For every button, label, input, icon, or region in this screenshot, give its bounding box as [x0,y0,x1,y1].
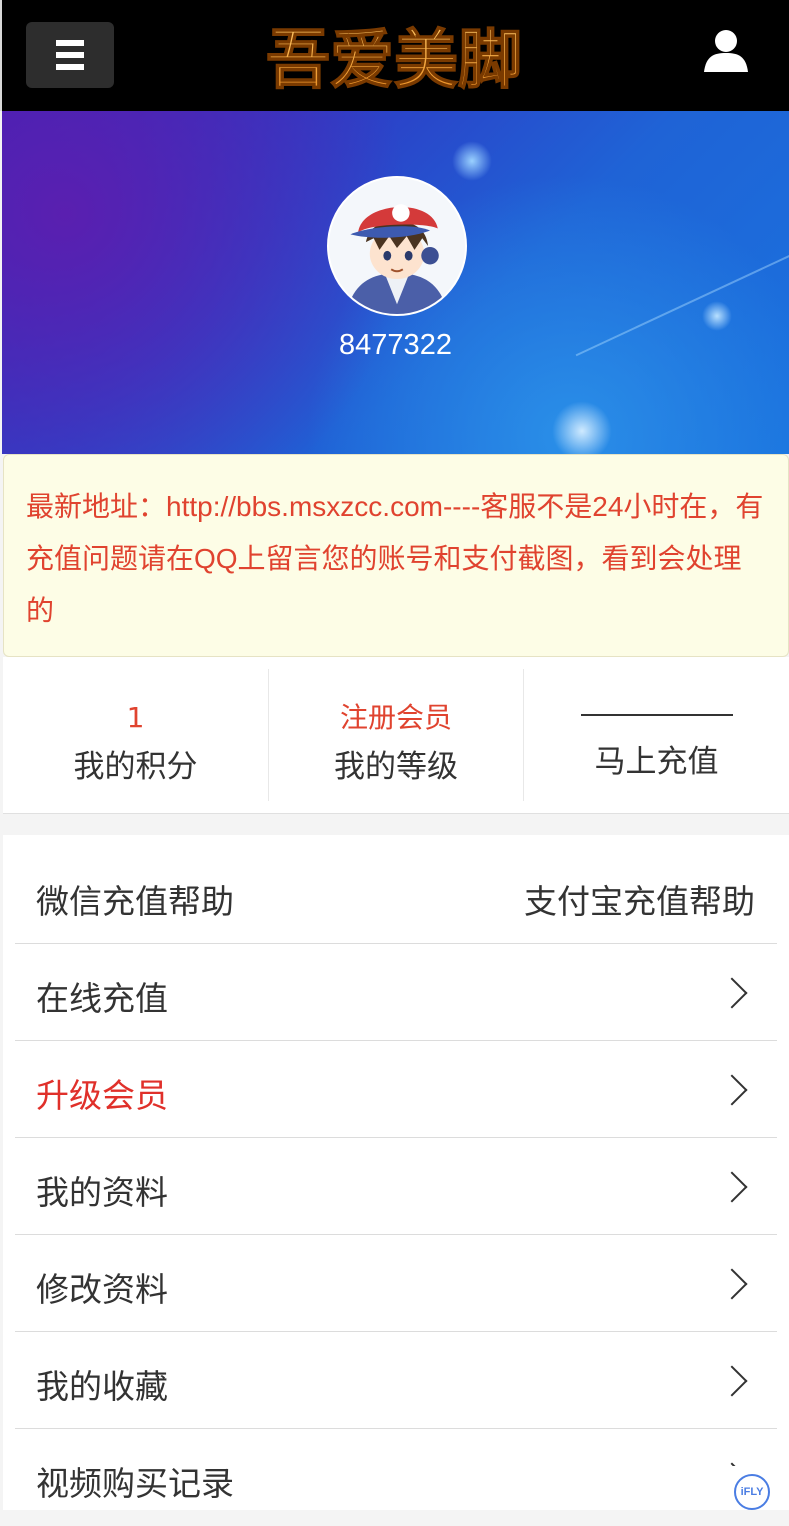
account-menu-list: 微信充值帮助 支付宝充值帮助 在线充值 升级会员 我的资料 修改资料 我的收藏 … [3,835,789,1510]
menu-item-online-recharge[interactable]: 在线充值 [15,944,777,1041]
chevron-right-icon [716,1171,748,1203]
chevron-right-icon [716,1074,748,1106]
level-label: 我的等级 [334,749,458,785]
decorative-glow [452,141,492,181]
ifly-icon: iFLY [734,1474,770,1510]
recharge-now-button[interactable]: 马上充值 [524,657,789,813]
menu-item-video-purchase-history[interactable]: 视频购买记录 [15,1429,777,1526]
stat-points[interactable]: 1 我的积分 [3,669,269,801]
wechat-recharge-help-link[interactable]: 微信充值帮助 [36,875,234,923]
account-stats: 1 我的积分 注册会员 我的等级 马上充值 [3,657,789,814]
menu-item-label: 修改资料 [36,1270,168,1309]
username: 8477322 [339,329,452,361]
decorative-glow [552,401,612,454]
recharge-help-row: 微信充值帮助 支付宝充值帮助 [15,847,777,944]
menu-item-upgrade-member[interactable]: 升级会员 [15,1041,777,1138]
menu-item-my-favorites[interactable]: 我的收藏 [15,1332,777,1429]
announcement-notice: 最新地址：http://bbs.msxzcc.com----客服不是24小时在，… [3,454,789,657]
level-value: 注册会员 [339,701,452,734]
top-navigation-bar: 吾爱美脚 [0,0,789,111]
hamburger-bar [56,64,84,70]
logo-graphic: 吾爱美脚 [265,23,523,99]
menu-item-edit-profile[interactable]: 修改资料 [15,1235,777,1332]
cartoon-avatar-icon [329,178,465,314]
recharge-label: 马上充值 [594,744,719,780]
user-icon[interactable] [702,26,750,74]
points-value: 1 [126,701,145,734]
recharge-divider-line [580,714,733,716]
hamburger-bar [56,52,84,58]
chevron-right-icon [716,1268,748,1300]
hamburger-menu-icon [56,40,84,46]
menu-item-label: 我的收藏 [36,1367,168,1406]
hamburger-menu-button[interactable] [26,22,114,88]
menu-item-label: 视频购买记录 [36,1464,234,1503]
logo-text: 吾爱美脚 [266,24,522,98]
menu-item-label: 我的资料 [36,1173,168,1212]
decorative-glow [702,301,732,331]
menu-item-label: 在线充值 [36,979,168,1018]
menu-item-label: 升级会员 [36,1076,168,1115]
profile-banner: 8477322 [2,111,789,454]
stat-level[interactable]: 注册会员 我的等级 [269,669,524,801]
ifly-floating-badge[interactable]: iFLY [726,1466,789,1510]
site-logo[interactable]: 吾爱美脚 [248,20,540,100]
menu-item-my-profile[interactable]: 我的资料 [15,1138,777,1235]
avatar[interactable] [327,176,467,316]
chevron-right-icon [716,1365,748,1397]
alipay-recharge-help-link[interactable]: 支付宝充值帮助 [524,875,755,923]
points-label: 我的积分 [73,749,198,785]
chevron-right-icon [716,977,748,1009]
